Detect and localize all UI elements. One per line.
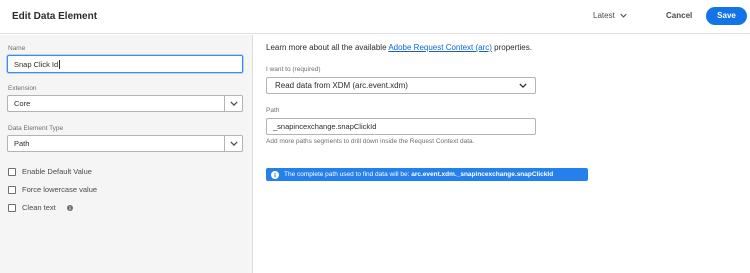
extension-value: Core [14,99,31,108]
chevron-down-icon [519,83,527,88]
type-picker-button[interactable] [224,136,242,151]
extension-picker-button[interactable] [224,96,242,111]
chevron-down-icon [620,13,627,18]
version-label: Latest [593,11,615,20]
name-input-value: Snap Click Id [14,59,59,69]
chevron-down-icon [229,141,238,146]
checkbox-box[interactable] [8,167,16,176]
version-picker[interactable]: Latest [593,11,627,20]
header-bar: Edit Data Element Latest Cancel Save [0,0,750,34]
info-icon [271,170,279,179]
checkbox-label: Enable Default Value [22,167,92,176]
banner-text: The complete path used to find data will… [284,171,412,178]
info-icon[interactable] [66,204,73,211]
info-banner: The complete path used to find data will… [266,168,588,181]
checkbox-box[interactable] [8,185,16,194]
main-panel: Learn more about all the available Adobe… [254,35,750,273]
path-label: Path [266,107,280,114]
clean-text-checkbox[interactable]: Clean text [8,203,73,212]
checkbox-label: Force lowercase value [22,185,98,194]
banner-path: arc.event.xdm._snapincexchange.snapClick… [411,171,554,178]
save-button[interactable]: Save [706,7,747,25]
type-picker[interactable]: Path [7,135,243,152]
want-value: Read data from XDM (arc.event.xdm) [275,81,408,90]
path-help-text: Add more paths segments to drill down in… [266,138,475,145]
name-label: Name [8,45,26,52]
checkbox-box[interactable] [8,203,16,212]
type-value: Path [14,139,30,148]
intro-text: Learn more about all the available Adobe… [266,43,532,52]
extension-picker[interactable]: Core [7,95,243,112]
page-title: Edit Data Element [12,11,98,22]
checkbox-label: Clean text [22,203,56,212]
banner-message: The complete path used to find data will… [284,171,553,178]
path-input-value: _snapincexchange.snapClickId [273,122,377,131]
intro-suffix: properties. [491,43,532,52]
text-caret [59,59,61,69]
sidebar: Name Snap Click Id Extension Core Data E… [0,35,253,273]
force-lowercase-checkbox[interactable]: Force lowercase value [8,185,97,194]
chevron-down-icon [229,101,238,106]
type-label: Data Element Type [8,125,64,132]
cancel-button[interactable]: Cancel [666,11,692,20]
extension-label: Extension [8,85,37,92]
want-label: I want to (required) [266,66,321,73]
enable-default-value-checkbox[interactable]: Enable Default Value [8,167,92,176]
intro-prefix: Learn more about all the available [266,43,389,52]
want-dropdown[interactable]: Read data from XDM (arc.event.xdm) [266,77,536,94]
path-input[interactable]: _snapincexchange.snapClickId [266,118,536,135]
name-input[interactable]: Snap Click Id [7,55,243,73]
arc-docs-link[interactable]: Adobe Request Context (arc) [388,43,492,52]
